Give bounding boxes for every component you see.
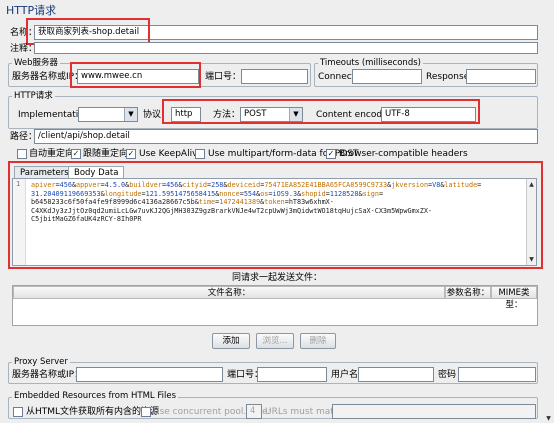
panel-title: HTTP请求	[6, 4, 57, 17]
port-field[interactable]	[241, 69, 308, 84]
column-param[interactable]: 参数名称：	[445, 286, 491, 299]
scroll-down-icon[interactable]: ▼	[527, 255, 536, 264]
code-line-5: C5jbitMaGZ6faUK4zRCY-8Ih0PR	[31, 215, 142, 224]
timeouts-legend: Timeouts (milliseconds)	[318, 58, 423, 68]
follow-redirects-label: 跟随重定向	[83, 149, 129, 159]
window-scroll-down-icon[interactable]: ▼	[544, 414, 553, 423]
proxy-user-field[interactable]	[358, 367, 434, 382]
code-token: deviceid	[227, 181, 261, 189]
comment-field[interactable]	[34, 42, 538, 54]
code-token: hT83w6xhmX-	[288, 198, 334, 207]
name-label: 名称：	[10, 28, 38, 38]
protocol-field[interactable]: http	[171, 107, 201, 122]
column-filename[interactable]: 文件名称：	[13, 286, 445, 299]
connect-field[interactable]	[352, 69, 422, 84]
proxy-password-field[interactable]	[458, 367, 536, 382]
browser-headers-checkbox[interactable]	[326, 149, 336, 159]
proxy-server-field[interactable]	[76, 367, 223, 382]
path-label: 路径：	[10, 132, 38, 142]
code-token: buildver	[129, 181, 162, 189]
code-token: 4.5.0	[104, 181, 126, 189]
web-server-legend: Web服务器	[12, 58, 61, 68]
code-token: cityid	[182, 181, 208, 189]
line-number: 1	[16, 180, 21, 188]
http-request-legend: HTTP请求	[12, 91, 55, 101]
code-line-2: 31.20409119669353&longitude=121.59514756…	[31, 190, 383, 199]
code-token: apiver	[31, 181, 56, 189]
code-token: appver	[76, 181, 101, 189]
method-select[interactable]: POST ▼	[240, 107, 303, 122]
code-token: 1472441389	[219, 198, 261, 207]
keepalive-label: Use KeepAlive	[139, 149, 203, 159]
follow-redirects-checkbox[interactable]	[71, 149, 81, 159]
column-mime[interactable]: MIME类型：	[491, 286, 537, 310]
keepalive-checkbox[interactable]	[126, 149, 136, 159]
code-token: longitude	[104, 189, 142, 198]
proxy-legend: Proxy Server	[12, 357, 70, 367]
response-field[interactable]	[466, 69, 536, 84]
pool-size-field[interactable]: 4	[246, 404, 262, 419]
path-field[interactable]: /client/api/shop.detail	[34, 129, 538, 144]
code-token: =	[378, 189, 384, 198]
vertical-scrollbar[interactable]: ▲ ▼	[526, 179, 536, 265]
proxy-password-label: 密码	[438, 370, 457, 380]
proxy-user-label: 用户名	[331, 370, 359, 380]
body-data-editor[interactable]: 1 apiver=456&appver=4.5.0&buildver=456&c…	[12, 178, 537, 266]
chevron-down-icon: ▼	[289, 108, 302, 121]
embedded-legend: Embedded Resources from HTML Files	[12, 391, 178, 401]
code-token: time	[198, 198, 216, 207]
protocol-label: 协议：	[143, 110, 171, 120]
browse-button[interactable]: 浏览...	[256, 333, 294, 349]
code-line-1: apiver=456&appver=4.5.0&buildver=456&cit…	[31, 181, 481, 190]
redirect-auto-label: 自动重定向	[29, 149, 75, 159]
code-token: shopid	[301, 189, 326, 198]
add-button[interactable]: 添加	[212, 333, 250, 349]
chevron-down-icon: ▼	[124, 108, 137, 121]
code-line-4: C4XKdJy3zJjtOz0qd2umiLcLGw7uvKJ2QGjMH303…	[31, 206, 433, 215]
implementation-select[interactable]: ▼	[78, 107, 138, 122]
method-label: 方法：	[213, 110, 241, 120]
line-gutter	[13, 179, 26, 265]
code-token: iOS9.3	[272, 189, 298, 198]
encoding-field[interactable]: UTF-8	[381, 107, 476, 122]
proxy-port-field[interactable]	[257, 367, 327, 382]
code-token: 121.5951475658415	[145, 189, 216, 198]
port-label: 端口号：	[205, 72, 242, 82]
code-token: 1128528	[329, 189, 359, 198]
files-table[interactable]: 文件名称： 参数名称： MIME类型：	[12, 285, 538, 326]
redirect-auto-checkbox[interactable]	[17, 149, 27, 159]
name-field[interactable]: 获取商家列表-shop.detail	[34, 25, 538, 40]
code-token: =	[477, 181, 482, 189]
multipart-checkbox[interactable]	[195, 149, 205, 159]
proxy-server-label: 服务器名称或IP：	[12, 370, 84, 380]
code-token: 456	[166, 181, 179, 189]
code-token: 258	[211, 181, 224, 189]
code-token: 75471EA852E41BBA65FCA8599C9733	[264, 181, 388, 189]
code-token: jkversion	[391, 181, 429, 189]
server-name-label: 服务器名称或IP：	[12, 72, 84, 82]
files-title: 同请求一起发送文件：	[231, 273, 322, 283]
method-value: POST	[244, 109, 267, 119]
browser-headers-label: Browser-compatible headers	[339, 149, 468, 159]
server-name-field[interactable]: www.mwee.cn	[77, 69, 199, 84]
code-token: token	[264, 198, 285, 207]
code-token: nonce	[219, 189, 240, 198]
code-token: 456	[59, 181, 72, 189]
code-token: 554	[243, 189, 257, 198]
code-token: 31.20409119669353	[31, 189, 101, 198]
concurrent-checkbox[interactable]	[141, 407, 151, 417]
comment-label: 注释：	[10, 44, 38, 54]
code-token: sign	[362, 189, 379, 198]
scroll-up-icon[interactable]: ▲	[527, 180, 536, 189]
delete-button[interactable]: 删除	[300, 333, 336, 349]
code-token: b6458233c6f50fa4fe9f8999d6c4136a28667c5b	[31, 198, 195, 207]
urls-match-field[interactable]	[332, 404, 536, 419]
code-token: latitude	[444, 181, 478, 189]
code-line-3: b6458233c6f50fa4fe9f8999d6c4136a28667c5b…	[31, 198, 334, 207]
fetch-all-checkbox[interactable]	[13, 407, 23, 417]
fetch-all-label: 从HTML文件获取所有内含的资源	[26, 407, 160, 417]
